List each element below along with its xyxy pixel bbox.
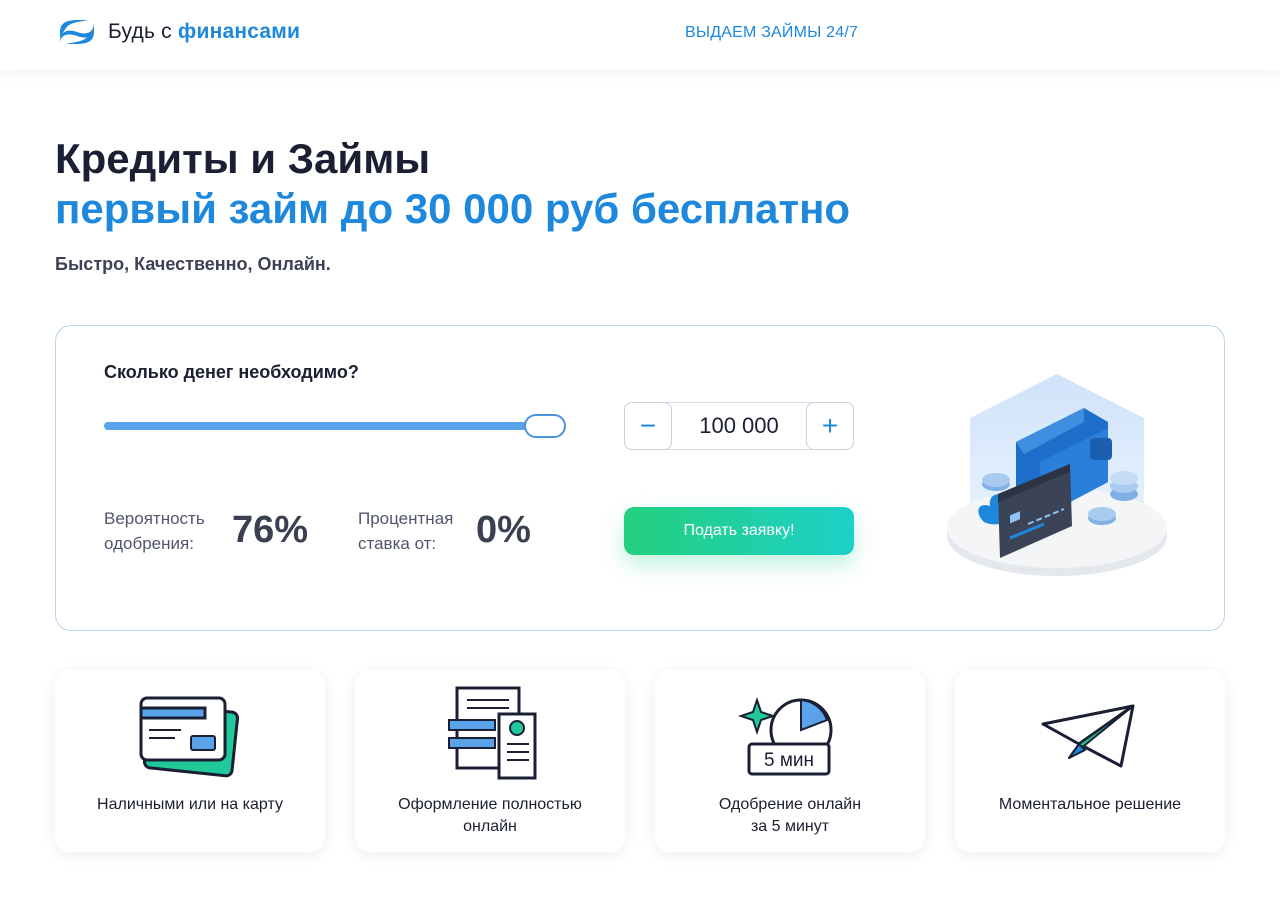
timer-label: 5 мин xyxy=(764,750,814,771)
approval-value: 76% xyxy=(232,509,309,551)
features-list: Наличными или на карту Оформление полнос… xyxy=(55,670,1225,852)
apply-button[interactable]: Подать заявку! xyxy=(624,507,854,555)
header-nav-link[interactable]: ВЫДАЕМ ЗАЙМЫ 24/7 xyxy=(685,24,858,42)
feature-text: Наличными или на карту xyxy=(97,796,283,813)
tagline: Быстро, Качественно, Онлайн. xyxy=(55,254,331,274)
logo[interactable]: Будь с финансами xyxy=(58,18,300,46)
amount-question: Сколько денег необходимо? xyxy=(104,362,359,382)
timer-icon: 5 мин xyxy=(737,696,833,776)
decrease-button[interactable]: − xyxy=(624,402,672,450)
logo-text: Будь с финансами xyxy=(108,20,301,43)
feature-text: Оформление полностью онлайн xyxy=(398,796,582,835)
rate-label: Процентная ставка от: xyxy=(358,506,468,556)
feature-text: Моментальное решение xyxy=(998,796,1182,813)
amount-value[interactable]: 100 000 xyxy=(673,403,805,449)
page-title: Кредиты и Займы xyxy=(55,135,431,182)
feature-card: 5 мин Одобрение онлайн за 5 минут xyxy=(655,670,925,852)
slider-thumb[interactable] xyxy=(524,414,567,438)
cards-icon xyxy=(139,696,240,778)
rate-value: 0% xyxy=(476,509,531,551)
page-subtitle: первый займ до 30 000 руб бесплатно xyxy=(55,185,851,232)
approval-label-text: Вероятность одобрения: xyxy=(104,509,205,553)
feature-text: Одобрение онлайн за 5 минут xyxy=(718,796,862,835)
logo-mark-icon xyxy=(60,20,94,44)
slider-fill xyxy=(104,422,546,430)
documents-icon xyxy=(448,686,537,780)
feature-card: Моментальное решение xyxy=(955,670,1225,852)
loan-calculator: Сколько денег необходимо? − 100 000 + Ве… xyxy=(55,325,1225,631)
feature-card: Наличными или на карту xyxy=(55,670,325,852)
paper-plane-icon xyxy=(1041,704,1135,768)
wallet-illustration-icon xyxy=(947,374,1167,576)
feature-card: Оформление полностью онлайн xyxy=(355,670,625,852)
increase-button[interactable]: + xyxy=(806,402,854,450)
approval-label: Вероятность одобрения: xyxy=(104,506,224,556)
amount-stepper: − 100 000 + xyxy=(624,402,854,450)
amount-slider[interactable] xyxy=(104,414,567,438)
rate-label-text: Процентная ставка от: xyxy=(358,509,454,553)
site-header: Будь с финансами ВЫДАЕМ ЗАЙМЫ 24/7 xyxy=(0,0,1280,70)
